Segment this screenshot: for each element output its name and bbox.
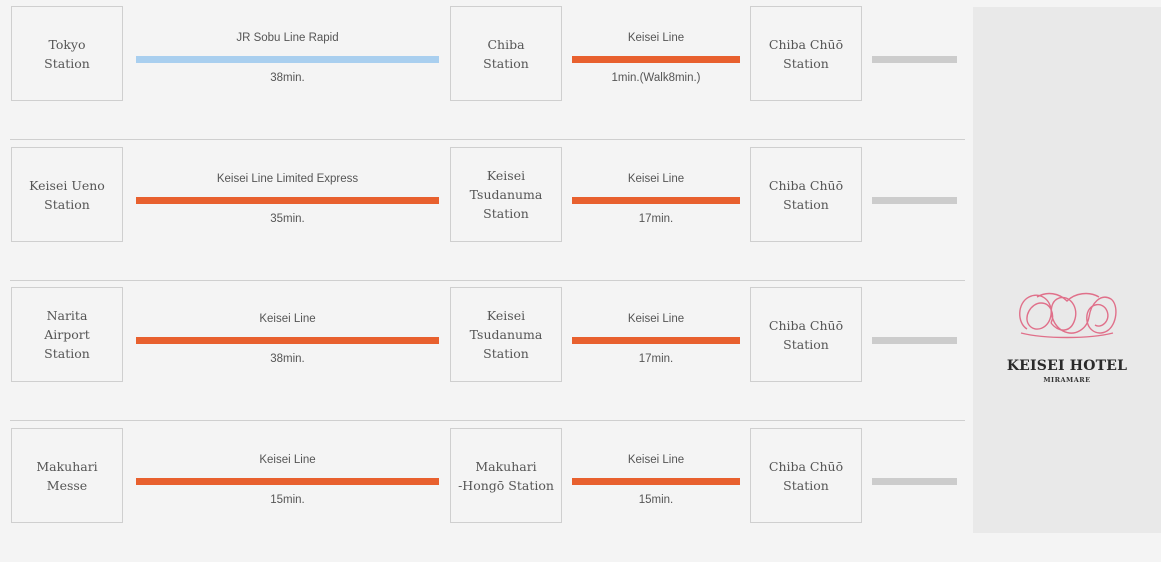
route-row: Narita Airport Station Keisei Line 38min… — [0, 281, 965, 421]
second-segment: Keisei Line 1min.(Walk8min.) — [572, 6, 740, 101]
travel-time: 17min. — [638, 353, 674, 365]
line-name: JR Sobu Line Rapid — [236, 32, 339, 44]
destination-station: Chiba Chūō Station — [750, 6, 862, 101]
origin-station: Keisei Ueno Station — [11, 147, 123, 242]
travel-time: 38min. — [270, 72, 305, 84]
walk-to-hotel-bar — [872, 56, 957, 63]
destination-station: Chiba Chūō Station — [750, 428, 862, 523]
hotel-name: KEISEI HOTEL — [1006, 358, 1128, 374]
line-bar — [572, 337, 740, 344]
first-segment: Keisei Line 15min. — [136, 428, 439, 523]
first-segment: Keisei Line Limited Express 35min. — [136, 147, 439, 242]
origin-station: Tokyo Station — [11, 6, 123, 101]
route-row: Keisei Ueno Station Keisei Line Limited … — [0, 141, 965, 281]
travel-time: 15min. — [270, 494, 305, 506]
line-name: Keisei Line — [259, 454, 316, 466]
route-row: Makuhari Messe Keisei Line 15min. Makuha… — [0, 422, 965, 562]
line-bar — [572, 197, 740, 204]
first-segment: Keisei Line 38min. — [136, 287, 439, 382]
walk-to-hotel-bar — [872, 197, 957, 204]
route-row: Tokyo Station JR Sobu Line Rapid 38min. … — [0, 0, 965, 140]
transfer-station: Chiba Station — [450, 6, 562, 101]
line-bar — [136, 197, 439, 204]
line-name: Keisei Line — [627, 454, 685, 466]
line-bar — [572, 56, 740, 63]
walk-to-hotel-bar — [872, 478, 957, 485]
travel-time: 1min.(Walk8min.) — [611, 72, 701, 84]
travel-time: 17min. — [638, 213, 674, 225]
line-name: Keisei Line Limited Express — [216, 173, 359, 185]
line-bar — [572, 478, 740, 485]
line-bar — [136, 337, 439, 344]
transfer-station: Keisei Tsudanuma Station — [450, 287, 562, 382]
first-segment: JR Sobu Line Rapid 38min. — [136, 6, 439, 101]
travel-time: 15min. — [638, 494, 674, 506]
line-bar — [136, 56, 439, 63]
second-segment: Keisei Line 17min. — [572, 287, 740, 382]
hotel-logo-icon — [1019, 292, 1117, 339]
hotel-logo-panel: KEISEI HOTEL MIRAMARE — [973, 7, 1161, 533]
travel-time: 35min. — [270, 213, 305, 225]
line-bar — [136, 478, 439, 485]
walk-to-hotel-bar — [872, 337, 957, 344]
line-name: Keisei Line — [627, 32, 685, 44]
travel-time: 38min. — [270, 353, 305, 365]
row-divider — [10, 420, 965, 421]
origin-station: Makuhari Messe — [11, 428, 123, 523]
line-name: Keisei Line — [627, 313, 685, 325]
origin-station: Narita Airport Station — [11, 287, 123, 382]
destination-station: Chiba Chūō Station — [750, 147, 862, 242]
destination-station: Chiba Chūō Station — [750, 287, 862, 382]
second-segment: Keisei Line 15min. — [572, 428, 740, 523]
line-name: Keisei Line — [259, 313, 316, 325]
transfer-station: Keisei Tsudanuma Station — [450, 147, 562, 242]
second-segment: Keisei Line 17min. — [572, 147, 740, 242]
row-divider — [10, 139, 965, 140]
transfer-station: Makuhari -Hongō Station — [450, 428, 562, 523]
line-name: Keisei Line — [627, 173, 685, 185]
hotel-subtitle: MIRAMARE — [1043, 376, 1091, 384]
